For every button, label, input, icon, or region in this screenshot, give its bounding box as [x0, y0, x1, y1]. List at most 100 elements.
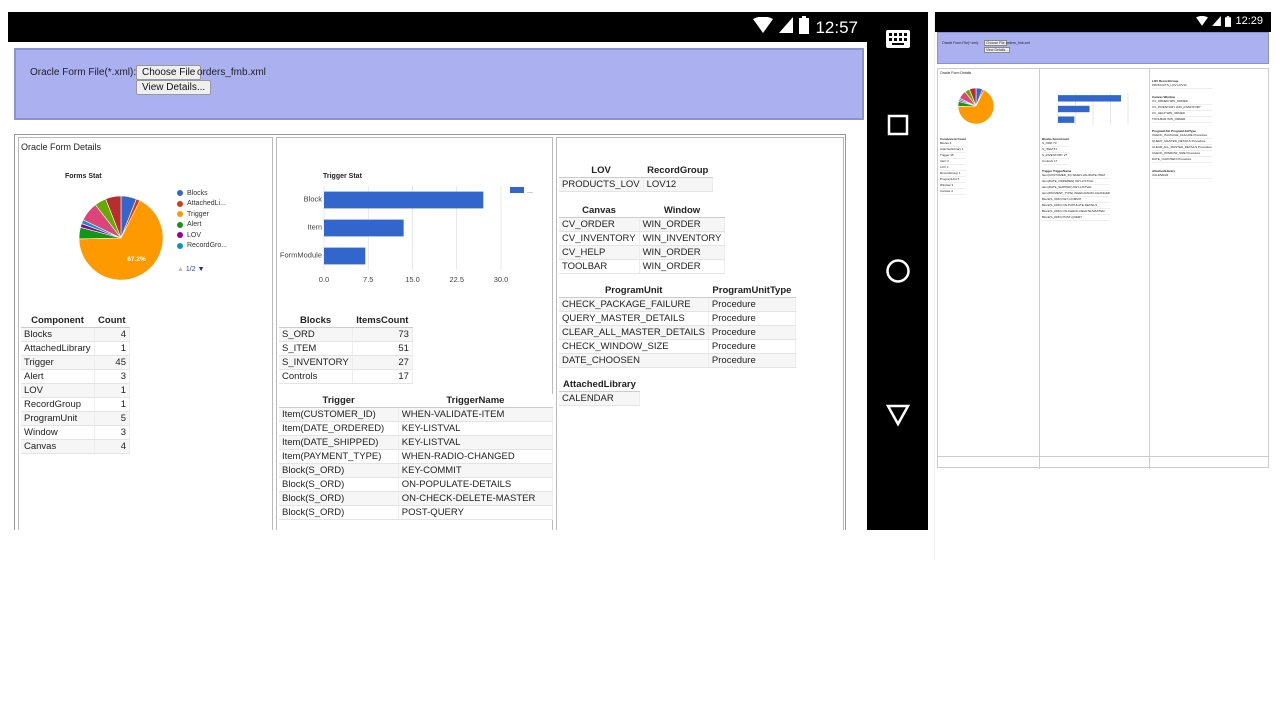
legend-item[interactable]: Alert: [177, 220, 227, 231]
bar-block[interactable]: [1058, 95, 1121, 102]
tiny-table-row: DATE_CHOOSEN Procedure: [1152, 157, 1212, 163]
column-header: Window: [639, 204, 725, 218]
home-button[interactable]: [881, 254, 915, 288]
table-cell: 73: [352, 327, 413, 342]
table-row: S_ITEM 51: [279, 341, 413, 356]
column-header: ItemsCount: [352, 314, 413, 328]
table-row: Block(S_ORD) ON-CHECK-DELETE-MASTER: [279, 491, 554, 506]
column-header: ProgramUnitType: [708, 284, 796, 298]
legend-dot-icon: [177, 232, 183, 239]
table-cell: CV_ORDER: [559, 217, 640, 232]
table-cell: DATE_CHOOSEN: [559, 353, 709, 368]
x-tick-label: 30.0: [494, 275, 509, 284]
back-button[interactable]: [881, 398, 915, 432]
landscape-device: 12:57 Oracle Form File(*.xml): Choose Fi…: [8, 12, 928, 530]
status-clock-portrait: 12:29: [1235, 15, 1263, 27]
table-cell: Blocks: [21, 327, 95, 342]
column-header: Count: [94, 314, 130, 328]
portrait-column-3: LOV RecordGroup PRODUCTS_LOV LOV12 Canvas …: [1150, 69, 1270, 469]
choose-file-button[interactable]: Choose File: [136, 65, 202, 80]
table-row: Block(S_ORD) POST-QUERY: [279, 505, 554, 520]
legend-item[interactable]: AttachedLi...: [177, 199, 227, 210]
column-header: Component: [21, 314, 95, 328]
x-tick-label: 7.5: [363, 275, 373, 284]
table-cell: ON-POPULATE-DETAILS: [398, 477, 554, 492]
column-header: Trigger: [279, 394, 399, 408]
table-cell: 51: [352, 341, 413, 356]
forms-stat-pie-chart: 67.2%: [78, 195, 164, 281]
table-row: DATE_CHOOSEN Procedure: [559, 353, 796, 368]
table-cell: 1: [94, 397, 130, 412]
table-cell: 27: [352, 355, 413, 370]
table-header-row: LOV RecordGroup: [559, 164, 713, 178]
view-details-button-portrait[interactable]: View Details...: [984, 47, 1011, 53]
wifi-icon: [753, 16, 774, 38]
view-details-button[interactable]: View Details...: [136, 80, 212, 95]
choose-file-button-portrait[interactable]: Choose File: [984, 40, 1007, 46]
recents-button[interactable]: [881, 108, 915, 142]
y-category-label: Item: [307, 222, 322, 231]
trigger-table: Trigger TriggerName Item(CUSTOMER_ID) WHEN-…: [279, 394, 554, 520]
status-bar: 12:57: [8, 12, 868, 42]
portrait-device: 12:29 Oracle Form File(*.xml): Choose Fi…: [934, 12, 1271, 560]
table-cell: Item(DATE_ORDERED): [279, 421, 399, 436]
table-cell: KEY-LISTVAL: [398, 435, 554, 450]
table-row: Controls 17: [279, 369, 413, 384]
program-unit-table: ProgramUnit ProgramUnitType CHECK_PACKAGE_…: [559, 284, 796, 368]
table-row: Blocks 4: [21, 327, 130, 342]
legend-dot-icon: [177, 211, 183, 218]
y-category-label: Block: [304, 194, 323, 203]
legend-item[interactable]: Trigger: [177, 209, 227, 220]
table-cell: Window: [21, 425, 95, 440]
table-cell: Block(S_ORD): [279, 477, 399, 492]
bar-formmodule[interactable]: [1058, 116, 1075, 123]
table-row: Trigger 45: [21, 355, 130, 370]
details-column-1: Oracle Form Details Forms Stat 67.2% Blo…: [18, 137, 273, 530]
table-cell: ProgramUnit: [21, 411, 95, 426]
legend-item[interactable]: LOV: [177, 230, 227, 241]
table-cell: S_ORD: [279, 327, 353, 342]
table-cell: 17: [352, 369, 413, 384]
table-cell: KEY-COMMIT: [398, 463, 554, 478]
table-cell: 1: [94, 383, 130, 398]
bar-block[interactable]: [324, 191, 484, 209]
pager-text: 1/2: [185, 266, 196, 273]
forms-stat-title: Forms Stat: [65, 173, 102, 180]
bar-item[interactable]: [1058, 105, 1090, 113]
table-cell: Block(S_ORD): [279, 505, 399, 520]
bar-formmodule[interactable]: [324, 247, 366, 265]
forms-stat-pie-chart-portrait: [957, 87, 995, 125]
table-row: ProgramUnit 5: [21, 411, 130, 426]
table-row: Alert 3: [21, 369, 130, 384]
keyboard-icon[interactable]: [881, 22, 915, 56]
lov-table: LOV RecordGroup PRODUCTS_LOV LOV12: [559, 164, 713, 192]
legend-item[interactable]: Blocks: [177, 188, 227, 199]
table-cell: Procedure: [708, 325, 796, 340]
column-header: ProgramUnit: [559, 284, 709, 298]
bar-item[interactable]: [324, 219, 404, 237]
column-header: RecordGroup: [643, 164, 713, 178]
table-row: CLEAR_ALL_MASTER_DETAILS Procedure: [559, 325, 796, 340]
table-row: Block(S_ORD) KEY-COMMIT: [279, 463, 554, 478]
legend-label: LOV: [187, 231, 202, 239]
bar-legend-label: ...: [527, 188, 533, 195]
trigger-stat-bar-chart: 0.0 7.5 15.0 22.5 30.0 Block Item FormModule...: [280, 186, 533, 284]
table-header-row: Trigger TriggerName: [279, 394, 553, 408]
table-cell: Alert: [21, 369, 95, 384]
file-label-portrait: Oracle Form File(*.xml):: [942, 41, 980, 45]
legend-pager[interactable]: ▲ 1/2 ▼: [177, 266, 205, 273]
table-row: CV_HELP WIN_ORDER: [559, 245, 726, 260]
column-header: AttachedLibrary: [559, 378, 640, 392]
table-cell: KEY-LISTVAL: [398, 421, 554, 436]
portrait-column-1: Oracle Form Details Component Count Block…: [938, 69, 1040, 469]
table-cell: ON-CHECK-DELETE-MASTER: [398, 491, 554, 506]
table-cell: Canvas: [21, 439, 95, 454]
table-cell: Procedure: [708, 297, 796, 312]
table-cell: Procedure: [708, 311, 796, 326]
table-cell: CV_HELP: [559, 245, 640, 260]
table-row: CV_ORDER WIN_ORDER: [559, 217, 726, 232]
file-label: Oracle Form File(*.xml):: [30, 67, 137, 78]
table-cell: WIN_ORDER: [639, 245, 726, 260]
legend-item[interactable]: RecordGro...: [177, 241, 227, 252]
tiny-table-row: TOOLBAR WIN_ORDER: [1152, 117, 1212, 123]
